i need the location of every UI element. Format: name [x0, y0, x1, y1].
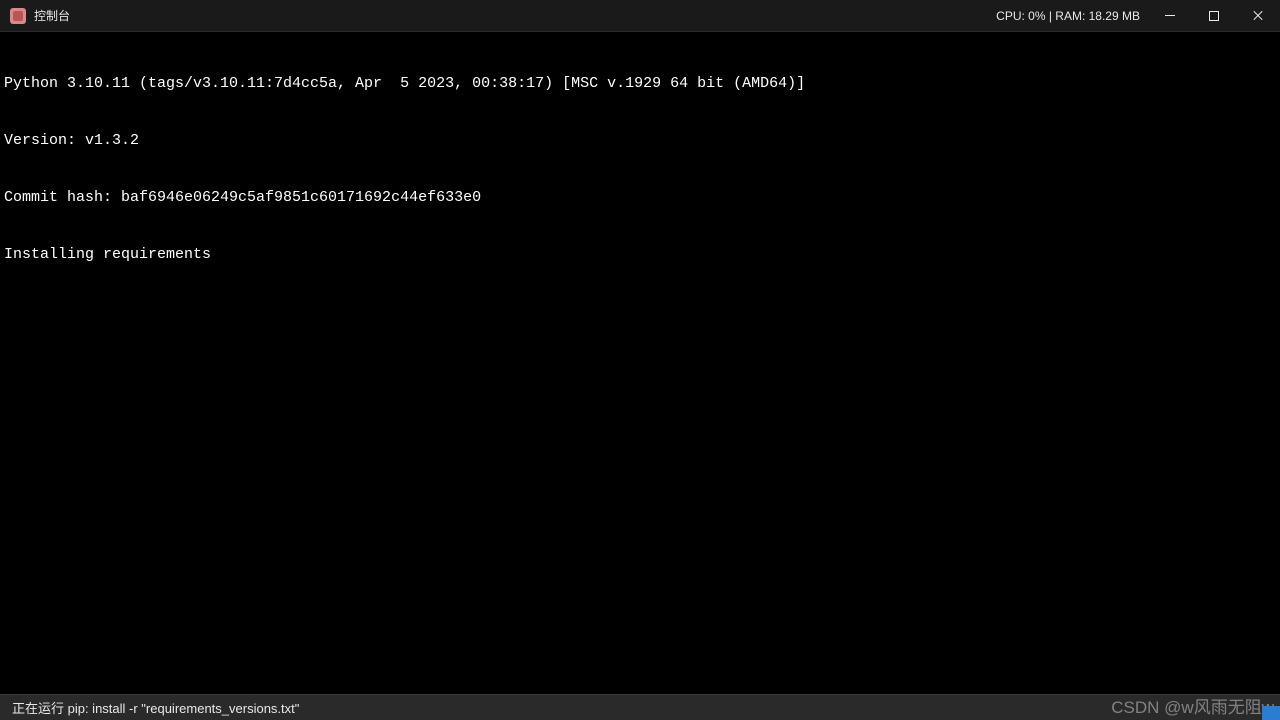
minimize-button[interactable] — [1148, 0, 1192, 32]
console-line: Python 3.10.11 (tags/v3.10.11:7d4cc5a, A… — [4, 74, 1276, 93]
status-text: 正在运行 pip: install -r "requirements_versi… — [12, 698, 299, 717]
slide-indicator — [1262, 706, 1280, 720]
console-output: Python 3.10.11 (tags/v3.10.11:7d4cc5a, A… — [0, 32, 1280, 287]
console-line: Installing requirements — [4, 245, 1276, 264]
close-button[interactable] — [1236, 0, 1280, 32]
titlebar-left: 控制台 — [0, 7, 70, 24]
app-icon — [10, 8, 26, 24]
console-line: Version: v1.3.2 — [4, 131, 1276, 150]
window-title: 控制台 — [34, 7, 70, 24]
titlebar: 控制台 CPU: 0% | RAM: 18.29 MB — [0, 0, 1280, 32]
statusbar: 正在运行 pip: install -r "requirements_versi… — [0, 694, 1280, 720]
maximize-icon — [1209, 11, 1219, 21]
close-icon — [1252, 10, 1264, 22]
console-line: Commit hash: baf6946e06249c5af9851c60171… — [4, 188, 1276, 207]
resource-stats: CPU: 0% | RAM: 18.29 MB — [996, 9, 1140, 23]
maximize-button[interactable] — [1192, 0, 1236, 32]
titlebar-right: CPU: 0% | RAM: 18.29 MB — [996, 0, 1280, 31]
minimize-icon — [1165, 15, 1175, 16]
